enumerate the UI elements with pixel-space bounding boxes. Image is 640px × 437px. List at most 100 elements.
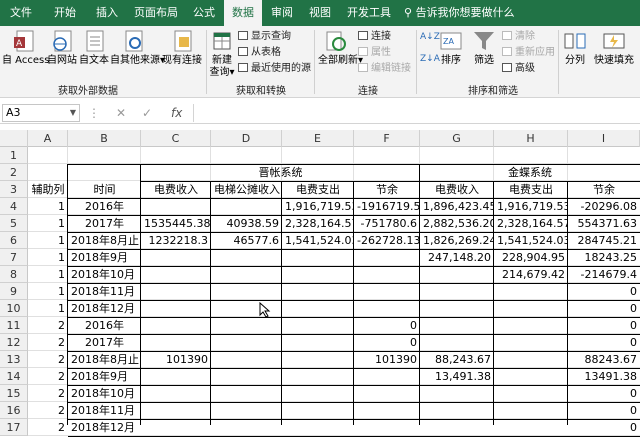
from-access-button[interactable]: A 自 Access	[2, 29, 49, 67]
cell-B5[interactable]: 2017年	[68, 215, 141, 232]
cell-C17[interactable]	[141, 419, 211, 436]
from-other-sources-button[interactable]: 自其他来源▾	[110, 29, 165, 67]
row-header-9[interactable]: 9	[0, 283, 28, 300]
cell-A16[interactable]: 2	[28, 402, 68, 419]
tab-1[interactable]: 开始	[46, 0, 84, 26]
header-time[interactable]: 时间	[68, 181, 141, 198]
cell-B9[interactable]: 2018年11月	[68, 283, 141, 300]
cell-E16[interactable]	[282, 402, 354, 419]
cell-H7[interactable]: 228,904.95	[494, 249, 568, 266]
cell-A5[interactable]: 1	[28, 215, 68, 232]
cell-E9[interactable]	[282, 283, 354, 300]
cell-B4[interactable]: 2016年	[68, 198, 141, 215]
cell-D11[interactable]	[211, 317, 282, 334]
column-header-A[interactable]: A	[28, 130, 68, 147]
cell-E11[interactable]	[282, 317, 354, 334]
clear-filter-button[interactable]: 清除	[502, 30, 535, 44]
cell-G14[interactable]: 13,491.38	[420, 368, 494, 385]
cell-C16[interactable]	[141, 402, 211, 419]
column-header-C[interactable]: C	[141, 130, 211, 147]
row-header-3[interactable]: 3	[0, 181, 28, 198]
cell-I6[interactable]: 284745.21	[568, 232, 640, 249]
row-header-7[interactable]: 7	[0, 249, 28, 266]
header-d[interactable]: 电梯公摊收入	[211, 181, 282, 198]
cell-A13[interactable]: 2	[28, 351, 68, 368]
cell-D14[interactable]	[211, 368, 282, 385]
cell-F8[interactable]	[354, 266, 420, 283]
cell-C7[interactable]	[141, 249, 211, 266]
cell-A17[interactable]: 2	[28, 419, 68, 436]
cell-H8[interactable]: 214,679.42	[494, 266, 568, 283]
row-header-17[interactable]: 17	[0, 419, 28, 436]
tab-2[interactable]: 插入	[88, 0, 126, 26]
cell-G4[interactable]: 1,896,423.45	[420, 198, 494, 215]
column-header-F[interactable]: F	[354, 130, 420, 147]
cell-G15[interactable]	[420, 385, 494, 402]
sort-a-z-button[interactable]: A↓Z	[420, 30, 440, 44]
cell-F16[interactable]	[354, 402, 420, 419]
cell-F9[interactable]	[354, 283, 420, 300]
column-header-E[interactable]: E	[282, 130, 354, 147]
cell-A7[interactable]: 1	[28, 249, 68, 266]
cell-F14[interactable]	[354, 368, 420, 385]
cell-D9[interactable]	[211, 283, 282, 300]
row-header-13[interactable]: 13	[0, 351, 28, 368]
cell-H5[interactable]: 2,328,164.57	[494, 215, 568, 232]
cell-B10[interactable]: 2018年12月	[68, 300, 141, 317]
cell-E5[interactable]: 2,328,164.57	[282, 215, 354, 232]
cell-F5[interactable]: -751780.6	[354, 215, 420, 232]
tab-7[interactable]: 视图	[302, 0, 338, 26]
cell-F15[interactable]	[354, 385, 420, 402]
column-header-D[interactable]: D	[211, 130, 282, 147]
cell-F12[interactable]: 0	[354, 334, 420, 351]
cell-G11[interactable]	[420, 317, 494, 334]
refresh-all-button[interactable]: 全部刷新▾	[318, 29, 363, 67]
cell-G9[interactable]	[420, 283, 494, 300]
cell-F4[interactable]: -1916719.5	[354, 198, 420, 215]
cell-I14[interactable]: 13491.38	[568, 368, 640, 385]
row-header-1[interactable]: 1	[0, 147, 28, 164]
show-queries-button[interactable]: 显示查询	[238, 30, 291, 44]
reapply-button[interactable]: 重新应用	[502, 46, 555, 60]
properties-button[interactable]: 属性	[358, 46, 391, 60]
cell-B16[interactable]: 2018年11月	[68, 402, 141, 419]
cell-A14[interactable]: 2	[28, 368, 68, 385]
header-h[interactable]: 电费支出	[494, 181, 568, 198]
insert-function-icon[interactable]: fx	[171, 104, 182, 122]
from-web-button[interactable]: 自网站	[46, 29, 78, 67]
cell-F13[interactable]: 101390	[354, 351, 420, 368]
cell-E10[interactable]	[282, 300, 354, 317]
cell-A10[interactable]: 1	[28, 300, 68, 317]
row-header-12[interactable]: 12	[0, 334, 28, 351]
cell-B14[interactable]: 2018年9月	[68, 368, 141, 385]
cell-F17[interactable]	[354, 419, 420, 436]
cell-B8[interactable]: 2018年10月	[68, 266, 141, 283]
advanced-filter-button[interactable]: 高级	[502, 62, 535, 76]
row-header-11[interactable]: 11	[0, 317, 28, 334]
cell-C9[interactable]	[141, 283, 211, 300]
cell-A8[interactable]: 1	[28, 266, 68, 283]
cell-I10[interactable]: 0	[568, 300, 640, 317]
cell-F7[interactable]	[354, 249, 420, 266]
cell-G13[interactable]: 88,243.67	[420, 351, 494, 368]
cell-C5[interactable]: 1535445.38	[141, 215, 211, 232]
filter-button[interactable]: 筛选	[470, 29, 498, 67]
cell-G8[interactable]	[420, 266, 494, 283]
cell-H4[interactable]: 1,916,719.53	[494, 198, 568, 215]
column-header-H[interactable]: H	[494, 130, 568, 147]
cell-F11[interactable]: 0	[354, 317, 420, 334]
header-i[interactable]: 节余	[568, 181, 640, 198]
cell-H16[interactable]	[494, 402, 568, 419]
new-query-button[interactable]: 新建 查询▾	[208, 29, 236, 79]
cell-A6[interactable]: 1	[28, 232, 68, 249]
cell-I9[interactable]: 0	[568, 283, 640, 300]
cell-I12[interactable]: 0	[568, 334, 640, 351]
cell-I13[interactable]: 88243.67	[568, 351, 640, 368]
sort-z-a-button[interactable]: Z↓A	[420, 52, 440, 66]
cell-G10[interactable]	[420, 300, 494, 317]
tab-4[interactable]: 公式	[186, 0, 222, 26]
cell-E12[interactable]	[282, 334, 354, 351]
cancel-icon[interactable]: ✕	[116, 104, 126, 122]
cell-D6[interactable]: 46577.6	[211, 232, 282, 249]
header-group-kingdee[interactable]: 金蝶系统	[420, 164, 640, 181]
